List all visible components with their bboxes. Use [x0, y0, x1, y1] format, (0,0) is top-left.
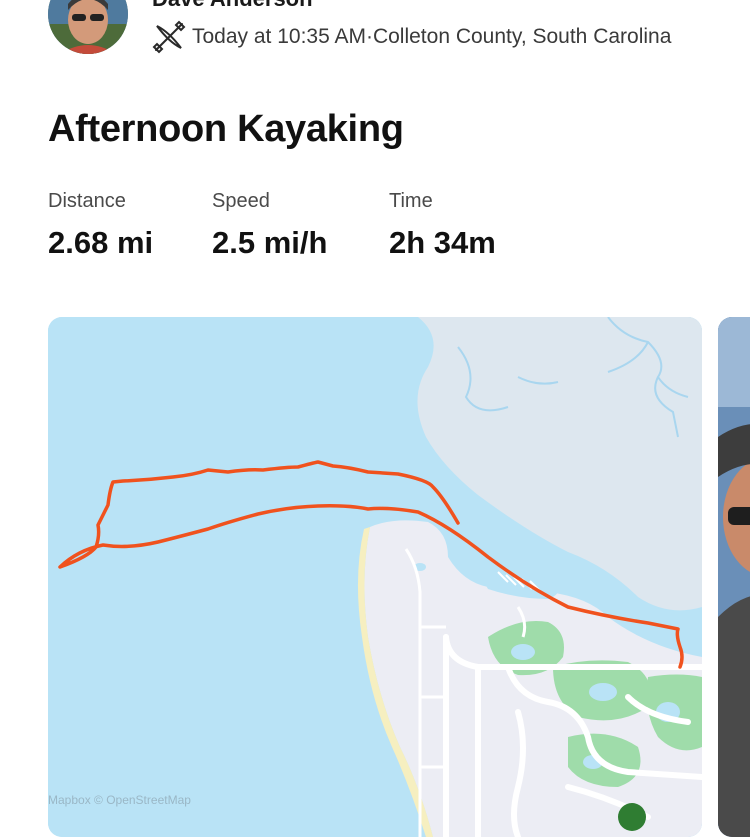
activity-meta: Today at 10:35 AM · Colleton County, Sou… — [152, 20, 672, 54]
stat-distance: Distance 2.68 mi — [48, 190, 153, 261]
athlete-avatar[interactable] — [48, 0, 128, 54]
stat-time: Time 2h 34m — [389, 190, 496, 261]
stat-time-label: Time — [389, 190, 433, 212]
stat-speed-label: Speed — [212, 190, 270, 212]
stat-time-value: 2h 34m — [389, 225, 496, 260]
activity-title: Afternoon Kayaking — [48, 108, 404, 150]
activity-location: Colleton County, South Carolina — [372, 25, 672, 48]
route-map[interactable]: Mapbox © OpenStreetMap — [48, 317, 702, 837]
athlete-name[interactable]: Dave Anderson — [152, 0, 313, 12]
meta-separator: · — [365, 25, 373, 48]
stat-speed: Speed 2.5 mi/h — [212, 190, 327, 261]
kayak-icon — [152, 20, 186, 54]
activity-datetime: Today at 10:35 AM — [192, 25, 366, 48]
stat-distance-label: Distance — [48, 190, 126, 212]
stat-speed-value: 2.5 mi/h — [212, 225, 328, 260]
activity-photo-thumbnail[interactable] — [718, 317, 750, 837]
map-attribution: Mapbox © OpenStreetMap — [48, 793, 191, 807]
stat-distance-value: 2.68 mi — [48, 225, 154, 260]
